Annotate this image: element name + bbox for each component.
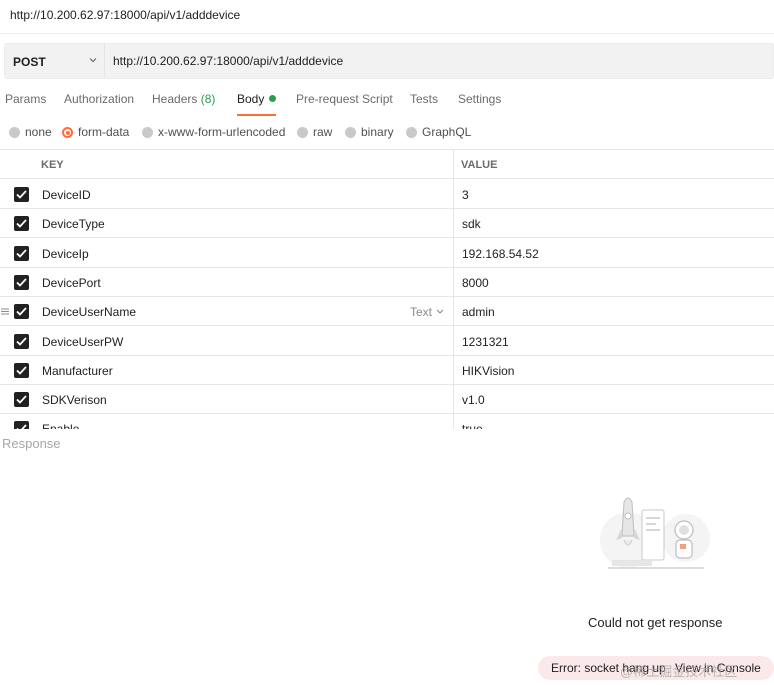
row-value[interactable]: 3	[462, 188, 469, 202]
row-key[interactable]: Manufacturer	[42, 364, 113, 378]
table-row: DeviceType sdk	[0, 209, 774, 239]
table-row: DeviceUserPW 1231321	[0, 327, 774, 356]
key-type-select[interactable]: Text	[410, 305, 445, 319]
row-key[interactable]: DeviceID	[42, 188, 91, 202]
row-value[interactable]: 8000	[462, 276, 489, 290]
row-value[interactable]: 1231321	[462, 335, 509, 349]
row-key[interactable]: SDKVerison	[42, 393, 107, 407]
drag-handle-icon[interactable]	[0, 306, 10, 316]
key-type-label: Text	[410, 305, 433, 320]
radio-graphql-label: GraphQL	[422, 125, 472, 139]
radio-urlencoded-dot-icon	[142, 127, 153, 138]
checkmark-icon	[16, 248, 27, 258]
table-row: DeviceID 3	[0, 180, 774, 209]
radio-binary-label: binary	[361, 125, 394, 139]
radio-none-label: none	[25, 125, 52, 139]
checkmark-icon	[16, 424, 27, 429]
row-checkbox[interactable]	[14, 304, 29, 320]
empty-response-message: Could not get response	[588, 615, 723, 630]
row-value[interactable]: sdk	[462, 217, 481, 231]
key-column-header: KEY	[41, 159, 64, 171]
checkmark-icon	[16, 219, 27, 229]
method-select[interactable]: POST	[5, 44, 105, 78]
response-label: Response	[2, 436, 61, 451]
radio-graphql-dot-icon	[406, 127, 417, 138]
checkmark-icon	[16, 366, 27, 375]
row-key[interactable]: DeviceType	[42, 217, 105, 231]
table-row: SDKVerison v1.0	[0, 385, 774, 415]
checkmark-icon	[16, 395, 27, 404]
checkmark-icon	[16, 278, 27, 287]
value-column-header: VALUE	[461, 159, 498, 171]
tab-pre-request-script[interactable]: Pre-request Script	[296, 92, 393, 116]
radio-none-dot-icon	[9, 127, 20, 138]
row-checkbox[interactable]	[14, 362, 29, 378]
table-row: DeviceUserName Text admin	[0, 297, 774, 327]
tab-tests[interactable]: Tests	[410, 92, 438, 116]
radio-form-data-dot-icon	[62, 127, 73, 138]
row-checkbox[interactable]	[14, 421, 29, 429]
row-checkbox[interactable]	[14, 392, 29, 408]
row-key[interactable]: DeviceIp	[42, 247, 89, 261]
chevron-down-icon	[89, 58, 97, 63]
request-title[interactable]: http://10.200.62.97:18000/api/v1/adddevi…	[10, 8, 240, 22]
row-key[interactable]: DeviceUserPW	[42, 335, 123, 349]
row-key[interactable]: DeviceUserName	[42, 305, 136, 319]
rocket-astronaut-illustration-icon	[600, 497, 710, 569]
table-row: Enable true	[0, 414, 774, 429]
body-active-dot-icon	[269, 95, 277, 102]
tab-params[interactable]: Params	[5, 92, 46, 116]
form-data-table: KEY VALUE DeviceID 3 DeviceType sdk DeviceIp…	[0, 149, 774, 429]
row-checkbox[interactable]	[14, 216, 29, 232]
table-row: Manufacturer HIKVision	[0, 356, 774, 385]
tab-body[interactable]: Body	[237, 92, 277, 116]
row-key[interactable]: DevicePort	[42, 276, 101, 290]
request-tabs: Params Authorization Headers (8) Body Pr…	[0, 88, 774, 116]
radio-urlencoded-label: x-www-form-urlencoded	[158, 125, 286, 139]
row-key[interactable]: Enable	[42, 422, 79, 429]
checkmark-icon	[16, 190, 27, 199]
table-row: DeviceIp 192.168.54.52	[0, 239, 774, 268]
url-input[interactable]: http://10.200.62.97:18000/api/v1/adddevi…	[113, 54, 343, 68]
watermark: @稀土掘金技术社区	[620, 664, 738, 679]
radio-binary-dot-icon	[345, 127, 356, 138]
tab-authorization[interactable]: Authorization	[64, 92, 134, 116]
row-value[interactable]: admin	[462, 305, 495, 319]
headers-count-badge: (8)	[200, 92, 216, 106]
row-value[interactable]: HIKVision	[462, 364, 514, 378]
radio-raw-dot-icon	[297, 127, 308, 138]
radio-form-data-label: form-data	[78, 125, 130, 139]
row-checkbox[interactable]	[14, 333, 29, 349]
tab-settings[interactable]: Settings	[458, 92, 501, 116]
checkmark-icon	[16, 307, 27, 316]
radio-raw-label: raw	[313, 125, 333, 139]
row-value[interactable]: 192.168.54.52	[462, 247, 539, 261]
row-value[interactable]: true	[462, 422, 483, 429]
request-bar: POST http://10.200.62.97:18000/api/v1/ad…	[4, 43, 774, 79]
body-type-selector: none form-data x-www-form-urlencoded raw…	[0, 122, 774, 142]
row-checkbox[interactable]	[14, 274, 29, 290]
row-value[interactable]: v1.0	[462, 393, 485, 407]
tab-headers-label: Headers	[152, 92, 198, 106]
request-title-bar: http://10.200.62.97:18000/api/v1/adddevi…	[0, 0, 774, 34]
chevron-down-icon	[436, 309, 444, 314]
table-row: DevicePort 8000	[0, 268, 774, 297]
row-checkbox[interactable]	[14, 187, 29, 202]
table-header: KEY VALUE	[0, 150, 774, 179]
checkmark-icon	[16, 336, 27, 346]
tab-headers[interactable]: Headers (8)	[152, 92, 215, 116]
method-label: POST	[13, 55, 46, 69]
row-checkbox[interactable]	[14, 245, 29, 261]
tab-body-label: Body	[237, 92, 265, 106]
